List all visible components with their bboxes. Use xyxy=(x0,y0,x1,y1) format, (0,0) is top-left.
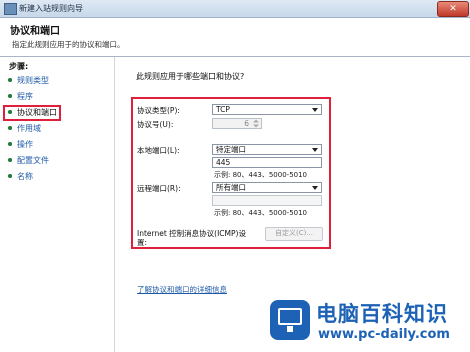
icmp-label: Internet 控制消息协议(ICMP)设 xyxy=(137,229,246,238)
local-port-input[interactable]: 445 xyxy=(212,157,322,168)
monitor-stand-icon xyxy=(287,326,293,332)
watermark-text: 电脑百科知识 xyxy=(316,302,448,326)
protocol-type-label: 协议类型(P): xyxy=(137,106,180,115)
sidebar-item-label: 操作 xyxy=(17,140,33,149)
remote-port-label: 远程端口(R): xyxy=(137,184,181,193)
remote-port-select[interactable]: 所有端口 xyxy=(212,182,322,193)
local-port-label: 本地端口(L): xyxy=(137,146,180,155)
steps-heading: 步骤: xyxy=(9,62,29,71)
page-subtitle: 指定此规则应用于的协议和端口。 xyxy=(12,40,125,49)
customize-button[interactable]: 自定义(C)... xyxy=(265,227,323,241)
step-bullet-icon xyxy=(8,126,12,130)
local-port-value: 特定端口 xyxy=(216,145,246,154)
question-text: 此规则应用于哪些端口和协议? xyxy=(136,72,245,81)
window-title: 新建入站规则向导 xyxy=(19,4,83,13)
sidebar-item-label: 作用域 xyxy=(17,124,41,133)
protocol-number-stepper[interactable]: 6 xyxy=(212,118,262,129)
protocol-number-value: 6 xyxy=(244,119,249,128)
remote-port-example: 示例: 80、443、5000-5010 xyxy=(214,209,308,217)
sidebar-item-label: 配置文件 xyxy=(17,156,49,165)
sidebar-item-label: 名称 xyxy=(17,172,33,181)
protocol-type-value: TCP xyxy=(216,105,230,114)
sidebar-item-label: 规则类型 xyxy=(17,76,49,85)
step-bullet-icon xyxy=(8,78,12,82)
protocol-type-select[interactable]: TCP xyxy=(212,104,322,115)
page-title: 协议和端口 xyxy=(10,26,60,37)
protocol-number-label: 协议号(U): xyxy=(137,120,174,129)
sidebar-item-name[interactable]: 名称 xyxy=(6,170,106,183)
chevron-down-icon xyxy=(312,186,318,190)
watermark-url: www.pc-daily.com xyxy=(318,327,450,342)
sidebar-item-scope[interactable]: 作用域 xyxy=(6,122,106,135)
chevron-down-icon xyxy=(312,108,318,112)
learn-more-link[interactable]: 了解协议和端口的详细信息 xyxy=(137,284,227,295)
sidebar-item-label: 程序 xyxy=(17,92,33,101)
step-bullet-icon xyxy=(8,142,12,146)
monitor-icon xyxy=(278,308,302,325)
local-port-example: 示例: 80、443、5000-5010 xyxy=(214,171,308,179)
sidebar-item-profile[interactable]: 配置文件 xyxy=(6,154,106,167)
sidebar-item-action[interactable]: 操作 xyxy=(6,138,106,151)
window-icon xyxy=(4,3,17,15)
spin-down-icon[interactable] xyxy=(252,124,260,128)
spin-up-icon[interactable] xyxy=(252,119,260,123)
chevron-down-icon xyxy=(312,148,318,152)
remote-port-value: 所有端口 xyxy=(216,183,246,192)
step-bullet-icon xyxy=(8,158,12,162)
wizard-header xyxy=(0,18,470,57)
remote-port-input[interactable] xyxy=(212,195,322,206)
icmp-label-cont: 置: xyxy=(137,238,148,247)
close-button[interactable]: ✕ xyxy=(437,1,469,17)
local-port-select[interactable]: 特定端口 xyxy=(212,144,322,155)
current-step-highlight xyxy=(3,105,61,121)
step-bullet-icon xyxy=(8,94,12,98)
sidebar-item-program[interactable]: 程序 xyxy=(6,90,106,103)
sidebar-item-rule-type[interactable]: 规则类型 xyxy=(6,74,106,87)
step-bullet-icon xyxy=(8,174,12,178)
